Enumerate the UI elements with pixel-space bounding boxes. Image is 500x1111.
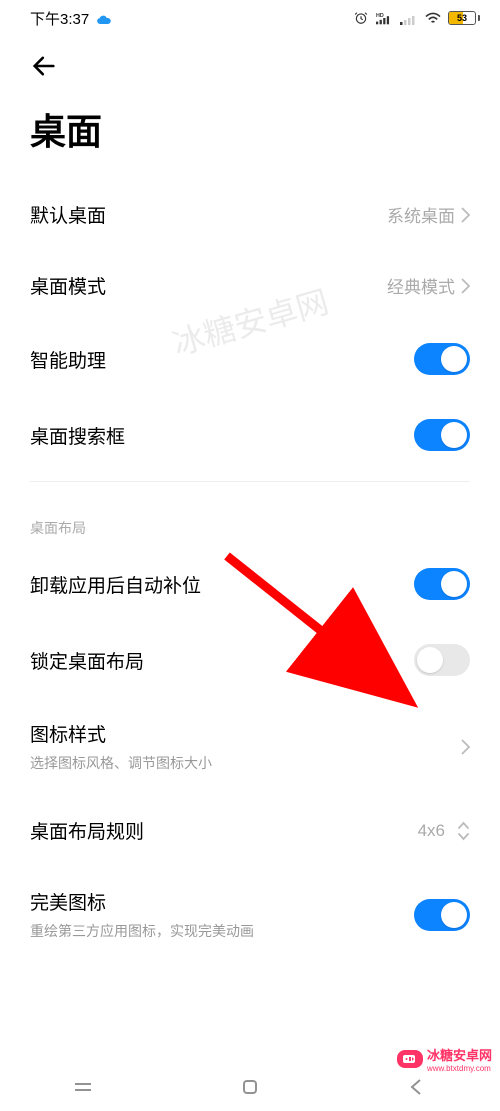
weather-icon: [95, 9, 113, 27]
value-layout-rule: 4x6: [418, 821, 445, 841]
wifi-icon: [424, 11, 442, 25]
toggle-smart-assistant[interactable]: [414, 343, 470, 375]
header: [0, 36, 500, 85]
row-layout-rule[interactable]: 桌面布局规则 4x6: [0, 795, 500, 866]
row-default-desktop[interactable]: 默认桌面 系统桌面: [0, 179, 500, 250]
nav-home-icon[interactable]: [238, 1075, 262, 1099]
label-lock-layout: 锁定桌面布局: [30, 647, 414, 674]
chevron-right-icon: [461, 207, 470, 223]
label-desktop-search: 桌面搜索框: [30, 422, 414, 449]
nav-bar: [0, 1063, 500, 1111]
status-time: 下午3:37: [30, 8, 89, 29]
toggle-perfect-icon[interactable]: [414, 899, 470, 931]
row-auto-fill[interactable]: 卸载应用后自动补位: [0, 546, 500, 622]
sublabel-perfect-icon: 重绘第三方应用图标，实现完美动画: [30, 921, 414, 941]
row-icon-style[interactable]: 图标样式 选择图标风格、调节图标大小: [0, 698, 500, 795]
status-bar: 下午3:37 HD 53: [0, 0, 500, 36]
row-desktop-search[interactable]: 桌面搜索框: [0, 397, 500, 473]
toggle-lock-layout[interactable]: [414, 644, 470, 676]
toggle-auto-fill[interactable]: [414, 568, 470, 600]
row-perfect-icon[interactable]: 完美图标 重绘第三方应用图标，实现完美动画: [0, 866, 500, 963]
alarm-icon: [352, 11, 370, 25]
back-arrow-icon[interactable]: [30, 52, 58, 80]
label-desktop-mode: 桌面模式: [30, 272, 387, 299]
status-left: 下午3:37: [30, 8, 113, 29]
label-auto-fill: 卸载应用后自动补位: [30, 571, 414, 598]
watermark-brand: 冰糖安卓网: [427, 1045, 492, 1064]
label-icon-style: 图标样式: [30, 720, 461, 747]
sublabel-icon-style: 选择图标风格、调节图标大小: [30, 753, 461, 773]
label-layout-rule: 桌面布局规则: [30, 817, 418, 844]
row-smart-assistant[interactable]: 智能助理: [0, 321, 500, 397]
page-title: 桌面: [0, 85, 500, 179]
signal-hd-icon: HD: [376, 11, 394, 25]
nav-recents-icon[interactable]: [71, 1075, 95, 1099]
row-desktop-mode[interactable]: 桌面模式 经典模式: [0, 250, 500, 321]
status-right: HD 53: [352, 11, 480, 25]
value-desktop-mode: 经典模式: [387, 273, 455, 298]
battery-icon: 53: [448, 11, 480, 25]
svg-text:HD: HD: [376, 13, 384, 19]
toggle-desktop-search[interactable]: [414, 419, 470, 451]
chevron-right-icon: [461, 278, 470, 294]
divider: [30, 481, 470, 482]
value-default-desktop: 系统桌面: [387, 202, 455, 227]
section-layout-title: 桌面布局: [0, 490, 500, 546]
chevron-right-icon: [461, 739, 470, 755]
label-smart-assistant: 智能助理: [30, 346, 414, 373]
nav-back-icon[interactable]: [405, 1075, 429, 1099]
signal-icon: [400, 11, 418, 25]
label-default-desktop: 默认桌面: [30, 201, 387, 228]
updown-icon: [457, 820, 470, 842]
label-perfect-icon: 完美图标: [30, 888, 414, 915]
row-lock-layout[interactable]: 锁定桌面布局: [0, 622, 500, 698]
battery-value: 53: [449, 13, 475, 23]
